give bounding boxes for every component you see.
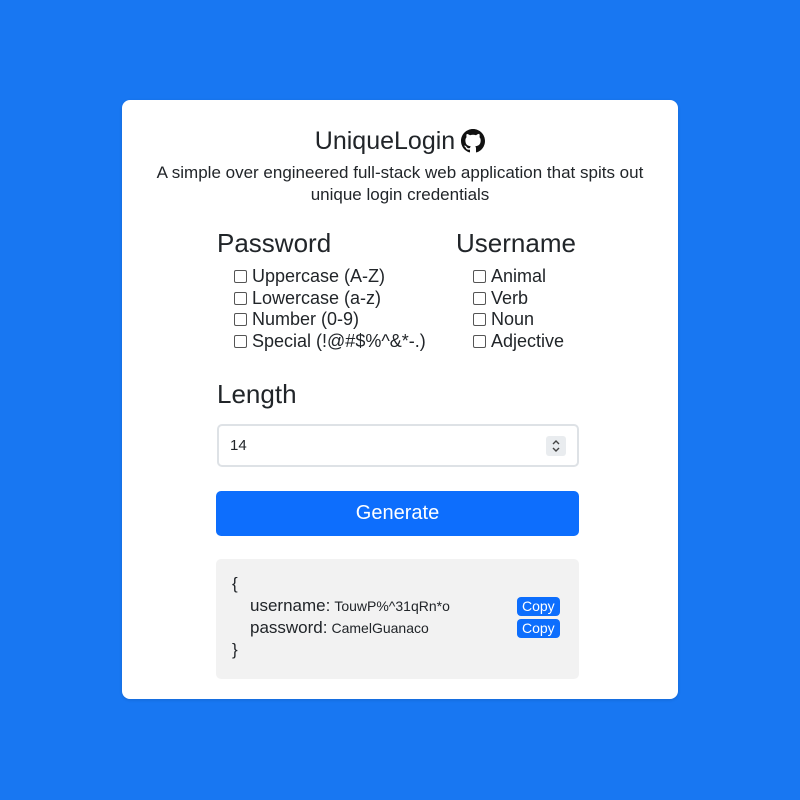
uppercase-checkbox[interactable] xyxy=(234,270,247,284)
header: UniqueLogin A simple over engineered ful… xyxy=(122,126,678,206)
username-option-adjective[interactable]: Adjective xyxy=(473,331,576,353)
checkbox-label: Animal xyxy=(491,266,547,287)
username-row: username: TouwP%^31qRn*o Copy xyxy=(232,595,563,617)
length-input[interactable]: 14 xyxy=(217,424,579,467)
checkbox-label: Number (0-9) xyxy=(252,309,360,330)
credentials-card: UniqueLogin A simple over engineered ful… xyxy=(122,100,678,699)
app-title: UniqueLogin xyxy=(314,127,456,155)
username-key: username: xyxy=(250,596,331,615)
length-value: 14 xyxy=(230,437,247,454)
app-subtitle: A simple over engineered full-stack web … xyxy=(156,163,644,204)
copy-password-button[interactable]: Copy xyxy=(517,619,560,638)
number-checkbox[interactable] xyxy=(234,313,247,327)
password-section: Password Uppercase (A-Z) Lowercase (a-z)… xyxy=(217,228,426,352)
checkbox-label: Noun xyxy=(491,309,535,330)
password-option-number[interactable]: Number (0-9) xyxy=(234,309,426,331)
password-title: Password xyxy=(217,228,332,258)
lowercase-checkbox[interactable] xyxy=(234,291,247,305)
password-key: password: xyxy=(250,618,328,637)
stepper-icon[interactable] xyxy=(546,435,566,456)
adjective-checkbox[interactable] xyxy=(473,334,486,348)
open-brace: { xyxy=(232,574,238,593)
generate-button[interactable]: Generate xyxy=(216,491,579,536)
username-options: Animal Verb Noun Adjective xyxy=(456,266,576,352)
password-option-special[interactable]: Special (!@#$%^&*-.) xyxy=(234,331,426,353)
close-brace: } xyxy=(232,640,238,659)
checkbox-label: Verb xyxy=(491,287,529,308)
username-section: Username Animal Verb Noun Adjective xyxy=(456,228,576,352)
noun-checkbox[interactable] xyxy=(473,313,486,327)
github-icon[interactable] xyxy=(461,129,486,153)
username-option-verb[interactable]: Verb xyxy=(473,288,576,310)
title-row: UniqueLogin xyxy=(314,126,486,156)
password-option-uppercase[interactable]: Uppercase (A-Z) xyxy=(234,266,426,288)
username-value: TouwP%^31qRn*o xyxy=(334,598,450,614)
username-option-animal[interactable]: Animal xyxy=(473,266,576,288)
password-option-lowercase[interactable]: Lowercase (a-z) xyxy=(234,288,426,310)
username-option-noun[interactable]: Noun xyxy=(473,309,576,331)
checkbox-label: Uppercase (A-Z) xyxy=(252,266,386,287)
username-title: Username xyxy=(456,228,576,258)
password-options: Uppercase (A-Z) Lowercase (a-z) Number (… xyxy=(217,266,426,352)
checkbox-label: Special (!@#$%^&*-.) xyxy=(252,330,426,351)
checkbox-label: Adjective xyxy=(491,330,565,351)
checkbox-label: Lowercase (a-z) xyxy=(252,287,382,308)
animal-checkbox[interactable] xyxy=(473,270,486,284)
credentials-output: { username: TouwP%^31qRn*o Copy password… xyxy=(216,559,579,679)
verb-checkbox[interactable] xyxy=(473,291,486,305)
length-section: Length xyxy=(217,379,297,417)
special-checkbox[interactable] xyxy=(234,334,247,348)
length-title: Length xyxy=(217,379,297,409)
password-value: CamelGuanaco xyxy=(331,620,429,636)
password-row: password: CamelGuanaco Copy xyxy=(232,617,563,639)
copy-username-button[interactable]: Copy xyxy=(517,597,560,616)
